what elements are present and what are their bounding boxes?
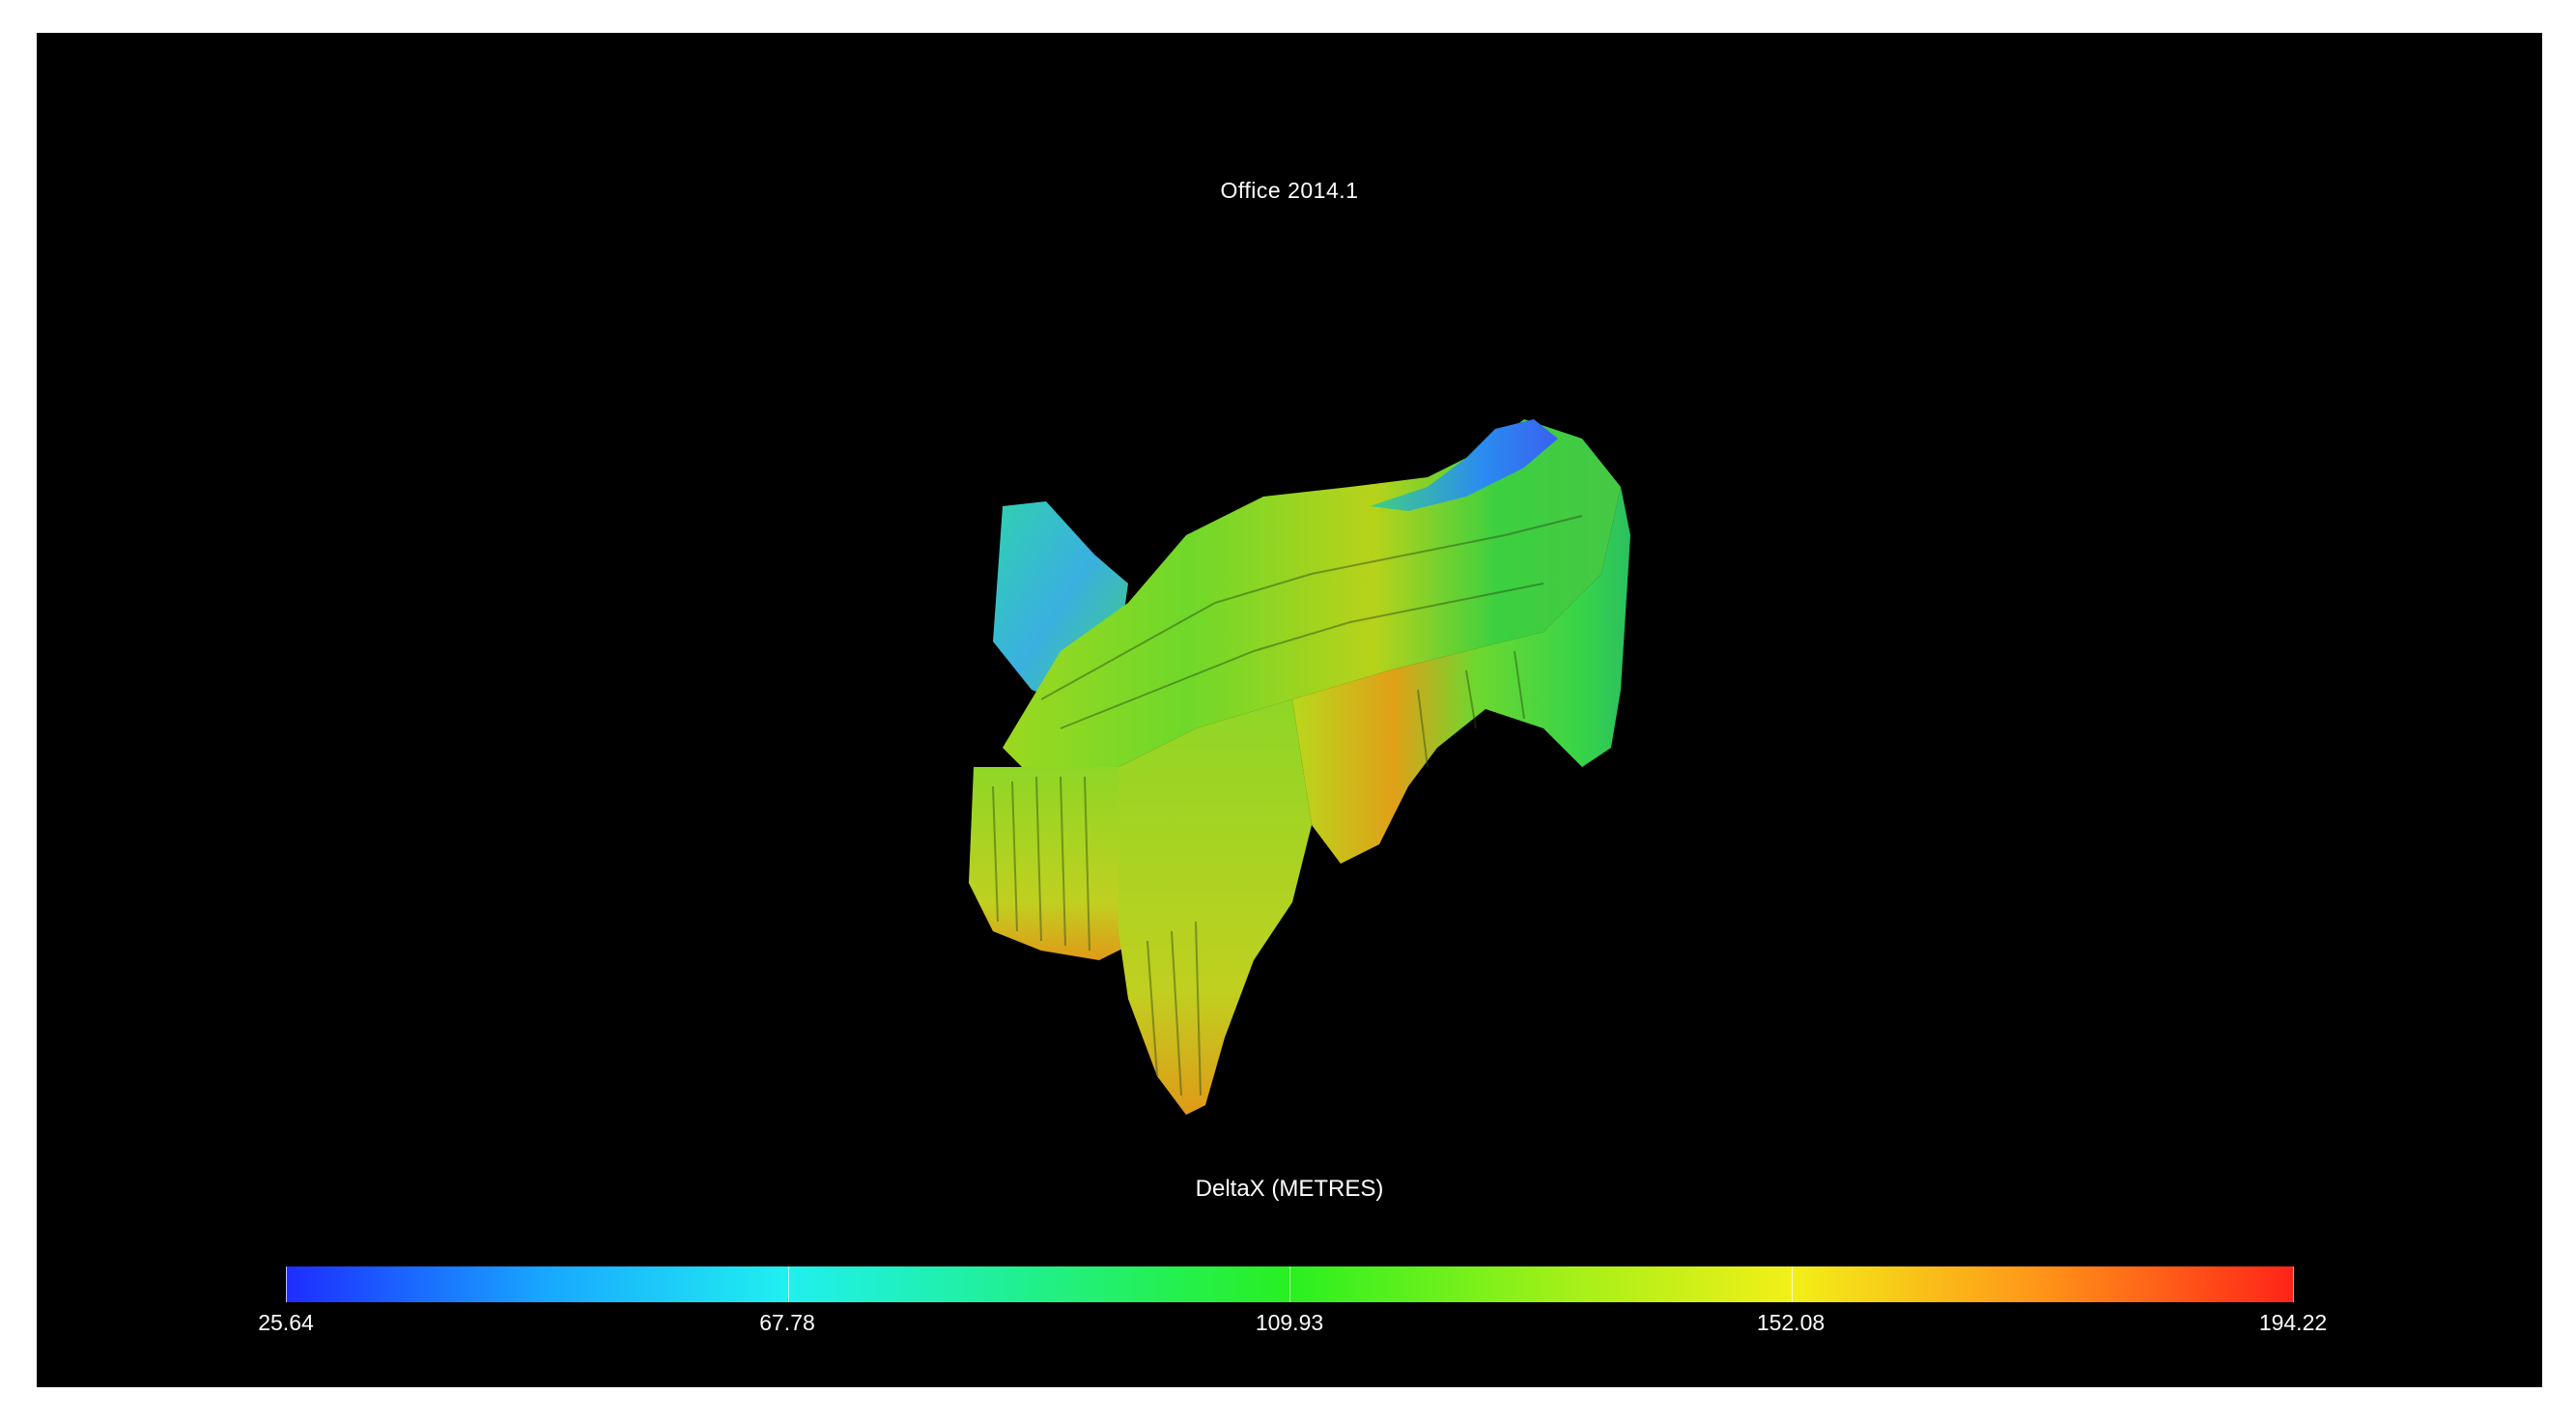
colorbar-tick [1289,1266,1290,1302]
colorbar-tick [2293,1266,2294,1302]
colorbar-label-max: 194.22 [2258,1310,2328,1335]
colorbar-label-q1: 67.78 [759,1310,815,1335]
colorbar-tick [787,1266,789,1302]
colorbar-title: DeltaX (METRES) [1195,1176,1384,1202]
model-lower-prow [1118,699,1312,1115]
colorbar-tick [286,1266,287,1302]
colorbar-label-mid: 109.93 [1255,1310,1324,1335]
colorbar-label-min: 25.64 [258,1310,314,1335]
colorbar [286,1266,2294,1302]
colorbar-label-q3: 152.08 [1756,1310,1826,1335]
colorbar-tick [1791,1266,1793,1302]
3d-viewport[interactable]: Office 2014.1 DeltaX (METRES) 25.64 67.7… [37,33,2542,1387]
